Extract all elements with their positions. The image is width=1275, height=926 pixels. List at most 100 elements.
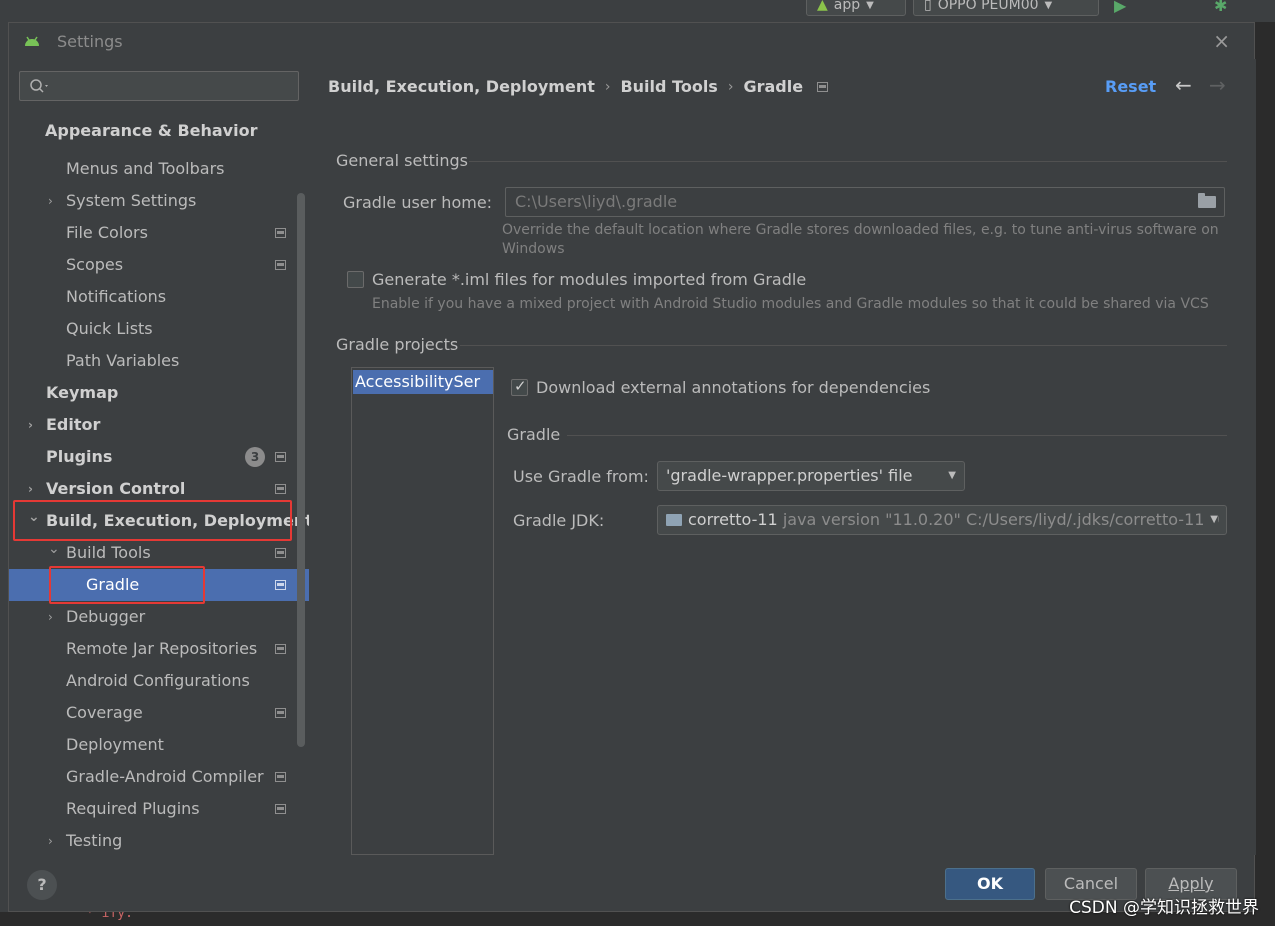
tree-item-label: Keymap — [46, 383, 119, 402]
chevron-right-icon[interactable]: › — [48, 185, 53, 217]
use-gradle-from-value: 'gradle-wrapper.properties' file — [666, 466, 913, 485]
use-gradle-from-select[interactable]: 'gradle-wrapper.properties' file ▼ — [657, 461, 965, 491]
run-icon[interactable]: ▶ — [1114, 0, 1126, 15]
tree-item-build-tools[interactable]: ⌄ Build Tools — [9, 537, 309, 569]
run-config-label: app — [833, 0, 861, 13]
tree-item-label: Path Variables — [66, 351, 180, 370]
tree-item-label: Required Plugins — [66, 799, 200, 818]
ide-toolbar: ▲ app ▼ ▯ OPPO PEUM00 ▼ ▶ ✱ — [0, 0, 1275, 22]
tree-item-label: Editor — [46, 415, 101, 434]
tree-item-scopes[interactable]: Scopes — [9, 249, 309, 281]
chevron-right-icon[interactable]: › — [48, 601, 53, 633]
tree-item-label: Menus and Toolbars — [66, 159, 225, 178]
tree-item-label: Gradle — [86, 575, 140, 594]
use-gradle-from-label: Use Gradle from: — [513, 467, 649, 486]
close-icon[interactable]: × — [1213, 29, 1230, 53]
tree-item-android-configurations[interactable]: Android Configurations — [9, 665, 309, 697]
tree-item-label: Debugger — [66, 607, 146, 626]
chevron-right-icon[interactable]: › — [48, 825, 53, 857]
breadcrumb-item[interactable]: Build Tools — [620, 77, 717, 96]
device-selector[interactable]: ▯ OPPO PEUM00 ▼ — [913, 0, 1099, 16]
section-divider — [469, 161, 1227, 162]
tree-item-quick-lists[interactable]: Quick Lists — [9, 313, 309, 345]
tree-item-notifications[interactable]: Notifications — [9, 281, 309, 313]
tree-item-gradle-android-compiler[interactable]: Gradle-Android Compiler — [9, 761, 309, 793]
folder-icon[interactable] — [1198, 193, 1216, 208]
tree-item-label: Version Control — [46, 479, 186, 498]
chevron-down-icon[interactable]: ⌄ — [28, 501, 40, 533]
run-config-selector[interactable]: ▲ app ▼ — [806, 0, 906, 16]
gradle-projects-list[interactable]: AccessibilitySer — [351, 367, 494, 855]
tree-item-label: Appearance & Behavior — [45, 121, 258, 140]
tree-item-coverage[interactable]: Coverage — [9, 697, 309, 729]
dialog-title: Settings — [57, 31, 123, 51]
generate-iml-checkbox[interactable] — [347, 271, 364, 288]
chevron-down-icon[interactable]: ⌄ — [48, 533, 60, 565]
gradle-settings-panel: Build, Execution, Deployment › Build Too… — [309, 59, 1256, 855]
gradle-user-home-field[interactable]: C:\Users\liyd\.gradle — [505, 187, 1225, 217]
tree-item-required-plugins[interactable]: Required Plugins — [9, 793, 309, 825]
tree-item-label: Notifications — [66, 287, 167, 306]
general-settings-title: General settings — [336, 151, 468, 170]
project-scope-icon — [275, 708, 286, 718]
download-annotations-label[interactable]: Download external annotations for depend… — [536, 378, 930, 397]
tree-item-label: Gradle-Android Compiler — [66, 767, 264, 786]
tree-item-file-colors[interactable]: File Colors — [9, 217, 309, 249]
forward-arrow-icon: → — [1209, 73, 1226, 97]
tree-item-label: Android Configurations — [66, 671, 250, 690]
tree-item-testing[interactable]: › Testing — [9, 825, 309, 857]
project-scope-icon — [275, 452, 286, 462]
project-scope-icon — [275, 484, 286, 494]
help-button[interactable]: ? — [27, 870, 57, 900]
tree-item-plugins[interactable]: Plugins 3 — [9, 441, 309, 473]
dialog-titlebar: Settings — [9, 23, 1254, 59]
tree-item-label: Build Tools — [66, 543, 151, 562]
tree-item-label: Testing — [66, 831, 123, 850]
ide-left-gutter — [0, 22, 8, 926]
breadcrumb-item[interactable]: Build, Execution, Deployment — [328, 77, 595, 96]
tree-item-system-settings[interactable]: › System Settings — [9, 185, 309, 217]
tree-item-keymap[interactable]: Keymap — [9, 377, 309, 409]
project-scope-icon — [275, 548, 286, 558]
tree-item-gradle[interactable]: Gradle — [9, 569, 309, 601]
chevron-right-icon[interactable]: › — [28, 409, 33, 441]
tree-item-debugger[interactable]: › Debugger — [9, 601, 309, 633]
chevron-down-icon: ▼ — [866, 0, 874, 11]
search-icon — [30, 79, 48, 93]
tree-item-deployment[interactable]: Deployment — [9, 729, 309, 761]
tree-item-label: Scopes — [66, 255, 124, 274]
tree-item-menus-and-toolbars[interactable]: Menus and Toolbars — [9, 153, 309, 185]
gradle-user-home-label: Gradle user home: — [343, 193, 493, 212]
tree-item-label: Coverage — [66, 703, 143, 722]
tree-item-label: Build, Execution, Deployment — [46, 511, 313, 530]
search-input[interactable] — [19, 71, 299, 101]
debug-icon[interactable]: ✱ — [1214, 0, 1227, 15]
chevron-down-icon: ▼ — [1206, 506, 1218, 534]
generate-iml-label[interactable]: Generate *.iml files for modules importe… — [372, 270, 806, 289]
project-scope-icon — [275, 804, 286, 814]
back-arrow-icon[interactable]: ← — [1175, 73, 1192, 97]
gradle-jdk-select[interactable]: corretto-11 java version "11.0.20" C:/Us… — [657, 505, 1227, 535]
reset-link[interactable]: Reset — [1105, 77, 1156, 96]
breadcrumb-separator: › — [727, 78, 734, 95]
tree-item-editor[interactable]: › Editor — [9, 409, 309, 441]
device-label: OPPO PEUM00 — [937, 0, 1039, 13]
generate-iml-hint: Enable if you have a mixed project with … — [372, 296, 1209, 312]
tree-item-path-variables[interactable]: Path Variables — [9, 345, 309, 377]
settings-dialog: Settings × Appearance & Behavior Menus an… — [8, 22, 1256, 912]
breadcrumb-separator: › — [604, 78, 611, 95]
section-divider — [567, 435, 1227, 436]
tree-scrollbar[interactable] — [297, 193, 305, 747]
tree-item-remote-jar-repositories[interactable]: Remote Jar Repositories — [9, 633, 309, 665]
gradle-projects-title: Gradle projects — [336, 335, 459, 354]
project-scope-icon — [275, 580, 286, 590]
tree-item-version-control[interactable]: › Version Control — [9, 473, 309, 505]
tree-item-label: Quick Lists — [66, 319, 153, 338]
ok-button[interactable]: OK — [945, 868, 1035, 900]
project-item[interactable]: AccessibilitySer — [353, 370, 493, 394]
gradle-user-home-value: C:\Users\liyd\.gradle — [515, 192, 678, 211]
download-annotations-checkbox[interactable] — [511, 377, 528, 396]
tree-item-appearance-behavior[interactable]: Appearance & Behavior — [9, 115, 309, 147]
tree-item-label: File Colors — [66, 223, 148, 242]
project-scope-icon — [275, 260, 286, 270]
